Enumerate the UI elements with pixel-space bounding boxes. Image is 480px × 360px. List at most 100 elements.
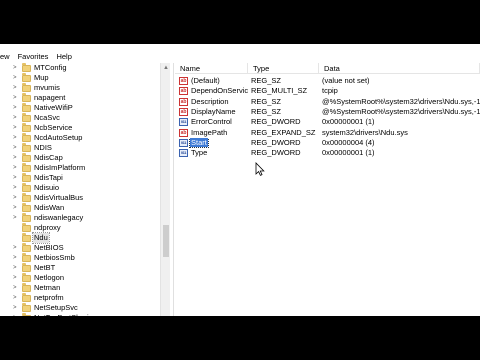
- value-data: 0x00000001 (1): [322, 148, 375, 158]
- expand-chevron-icon[interactable]: >: [13, 163, 19, 173]
- tree-item[interactable]: > NativeWifiP: [0, 103, 160, 113]
- value-type: REG_DWORD: [251, 117, 301, 127]
- folder-icon: [22, 183, 31, 192]
- value-row[interactable]: ab Description REG_SZ @%SystemRoot%\system3…: [175, 97, 480, 107]
- tree-item[interactable]: > NetBIOS: [0, 243, 160, 253]
- expand-chevron-icon[interactable]: >: [13, 143, 19, 153]
- expand-chevron-icon[interactable]: >: [13, 193, 19, 203]
- tree-item-label: Netman: [34, 283, 61, 292]
- key-tree: > MTConfig > Mup > mvumis > napagent > NativeWifi…: [0, 63, 160, 316]
- expand-chevron-icon[interactable]: >: [13, 63, 19, 73]
- tree-item[interactable]: > NdisCap: [0, 153, 160, 163]
- expand-chevron-icon[interactable]: >: [13, 203, 19, 213]
- tree-item[interactable]: > NetbiosSmb: [0, 253, 160, 263]
- value-name-cell: ab ImagePath: [175, 128, 248, 138]
- tree-item[interactable]: > NcbService: [0, 123, 160, 133]
- tree-vertical-scrollbar[interactable]: ▲: [160, 63, 170, 316]
- menu-help[interactable]: Help: [52, 51, 75, 63]
- expand-chevron-icon[interactable]: >: [13, 263, 19, 273]
- tree-item[interactable]: > NetTcpPortSharing: [0, 313, 160, 316]
- pane-splitter[interactable]: [170, 63, 174, 316]
- folder-icon: [22, 283, 31, 292]
- expand-chevron-icon[interactable]: >: [13, 83, 19, 93]
- expand-chevron-icon[interactable]: >: [13, 253, 19, 263]
- tree-item-label: Netlogon: [34, 273, 65, 282]
- tree-item-label: NetTcpPortSharing: [33, 313, 98, 316]
- tree-item[interactable]: > NdisTapi: [0, 173, 160, 183]
- menu-favorites[interactable]: Favorites: [14, 51, 53, 63]
- value-data: @%SystemRoot%\system32\drivers\Ndu.sys,-…: [322, 96, 480, 106]
- column-header-name[interactable]: Name: [175, 63, 248, 73]
- tree-item[interactable]: ndproxy: [0, 223, 160, 233]
- tree-item-label: Ndisuio: [34, 183, 60, 192]
- expand-chevron-icon[interactable]: >: [13, 283, 19, 293]
- folder-icon: [22, 143, 31, 152]
- tree-item[interactable]: > NcdAutoSetup: [0, 133, 160, 143]
- value-name-cell: ab Description: [175, 97, 248, 107]
- tree-item[interactable]: > MTConfig: [0, 63, 160, 73]
- tree-item[interactable]: > NdisVirtualBus: [0, 193, 160, 203]
- value-row[interactable]: ab DependOnService REG_MULTI_SZ tcpip: [175, 86, 480, 96]
- scrollbar-thumb[interactable]: [163, 225, 169, 257]
- expand-chevron-icon[interactable]: >: [13, 93, 19, 103]
- mouse-pointer-icon: [255, 162, 265, 176]
- title-bar: [0, 44, 480, 51]
- tree-item[interactable]: > Ndisuio: [0, 183, 160, 193]
- tree-item[interactable]: > mvumis: [0, 83, 160, 93]
- expand-chevron-icon[interactable]: >: [13, 103, 19, 113]
- column-header-type[interactable]: Type: [248, 63, 319, 73]
- value-row[interactable]: ab (Default) REG_SZ (value not set): [175, 76, 480, 86]
- expand-chevron-icon[interactable]: >: [13, 183, 19, 193]
- tree-item-label: NetBIOS: [34, 243, 64, 252]
- expand-chevron-icon[interactable]: >: [13, 133, 19, 143]
- expand-chevron-icon[interactable]: >: [13, 273, 19, 283]
- tree-item[interactable]: > Netman: [0, 283, 160, 293]
- value-row[interactable]: 011 Type REG_DWORD 0x00000001 (1): [175, 148, 480, 158]
- value-type: REG_SZ: [251, 76, 282, 86]
- expand-chevron-icon[interactable]: >: [13, 313, 19, 316]
- folder-icon: [22, 233, 31, 242]
- tree-item[interactable]: > Mup: [0, 73, 160, 83]
- list-header: Name Type Data: [175, 63, 480, 74]
- tree-item[interactable]: > NDIS: [0, 143, 160, 153]
- column-header-data[interactable]: Data: [319, 63, 480, 73]
- value-name: Description: [191, 96, 229, 106]
- folder-icon: [22, 133, 31, 142]
- tree-item-label: NcbService: [34, 123, 73, 132]
- expand-chevron-icon[interactable]: >: [13, 293, 19, 303]
- value-row[interactable]: 011 ErrorControl REG_DWORD 0x00000001 (1): [175, 117, 480, 127]
- value-row[interactable]: ab DisplayName REG_SZ @%SystemRoot%\system3…: [175, 107, 480, 117]
- expand-chevron-icon[interactable]: >: [13, 173, 19, 183]
- tree-item[interactable]: > NdisWan: [0, 203, 160, 213]
- scroll-up-icon[interactable]: ▲: [163, 65, 169, 71]
- value-type: REG_SZ: [251, 96, 282, 106]
- tree-item[interactable]: > NdisImPlatform: [0, 163, 160, 173]
- binary-value-icon: 011: [179, 118, 188, 127]
- value-row[interactable]: ab ImagePath REG_EXPAND_SZ system32\drivers…: [175, 127, 480, 137]
- expand-chevron-icon[interactable]: >: [13, 213, 19, 223]
- tree-item-label: NdisCap: [34, 153, 63, 162]
- value-row[interactable]: 011 Start REG_DWORD 0x00000004 (4): [175, 137, 480, 148]
- expand-chevron-icon[interactable]: >: [13, 73, 19, 83]
- expand-chevron-icon[interactable]: >: [13, 303, 19, 313]
- tree-item[interactable]: > NcaSvc: [0, 113, 160, 123]
- tree-item[interactable]: > netprofm: [0, 293, 160, 303]
- tree-item-label: MTConfig: [34, 63, 67, 72]
- tree-item[interactable]: > Netlogon: [0, 273, 160, 283]
- expand-chevron-icon[interactable]: >: [13, 123, 19, 133]
- expand-chevron-icon[interactable]: >: [13, 243, 19, 253]
- string-value-icon: ab: [179, 87, 188, 96]
- menu-view[interactable]: ew: [0, 51, 14, 63]
- value-data: @%SystemRoot%\system32\drivers\Ndu.sys,-…: [322, 107, 480, 117]
- tree-item[interactable]: Ndu: [0, 232, 160, 244]
- tree-item[interactable]: > NetSetupSvc: [0, 303, 160, 313]
- expand-chevron-icon[interactable]: >: [13, 153, 19, 163]
- value-type: REG_DWORD: [251, 137, 301, 147]
- tree-item[interactable]: > napagent: [0, 93, 160, 103]
- tree-item-label: ndiswanlegacy: [34, 213, 84, 222]
- expand-chevron-icon[interactable]: >: [13, 113, 19, 123]
- tree-item-label: NdisVirtualBus: [34, 193, 84, 202]
- tree-item[interactable]: > ndiswanlegacy: [0, 213, 160, 223]
- folder-icon: [22, 153, 31, 162]
- tree-item[interactable]: > NetBT: [0, 263, 160, 273]
